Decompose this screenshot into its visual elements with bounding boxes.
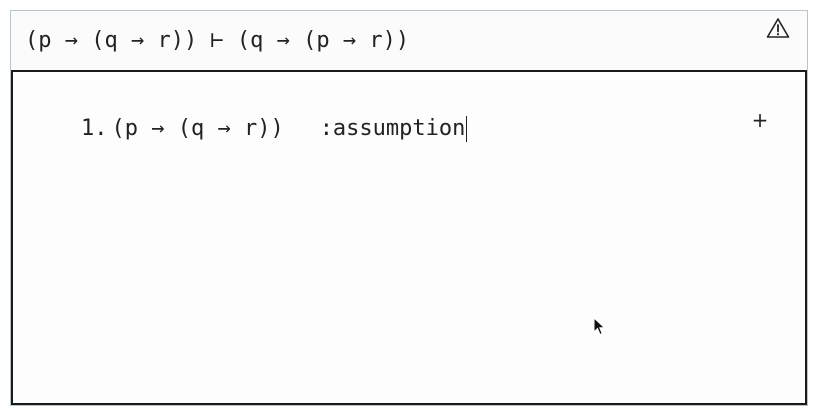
add-line-button[interactable]: + xyxy=(748,108,772,132)
mouse-pointer-icon xyxy=(593,317,606,336)
justification-input[interactable]: :assumption xyxy=(320,114,468,144)
proof-line: 1. (p → (q → r)) :assumption xyxy=(81,114,468,144)
proof-widget: (p → (q → r)) ⊢ (q → (p → r)) 1. (p → (q… xyxy=(10,10,808,406)
line-number: 1. xyxy=(81,116,108,141)
justification-text: :assumption xyxy=(319,116,466,141)
warning-icon[interactable] xyxy=(766,17,790,39)
line-formula: (p → (q → r)) xyxy=(111,116,284,141)
text-caret xyxy=(466,116,468,142)
goal-sequent: (p → (q → r)) ⊢ (q → (p → r)) xyxy=(25,28,410,53)
proof-body: 1. (p → (q → r)) :assumption + xyxy=(11,72,807,405)
goal-header: (p → (q → r)) ⊢ (q → (p → r)) xyxy=(11,11,807,72)
